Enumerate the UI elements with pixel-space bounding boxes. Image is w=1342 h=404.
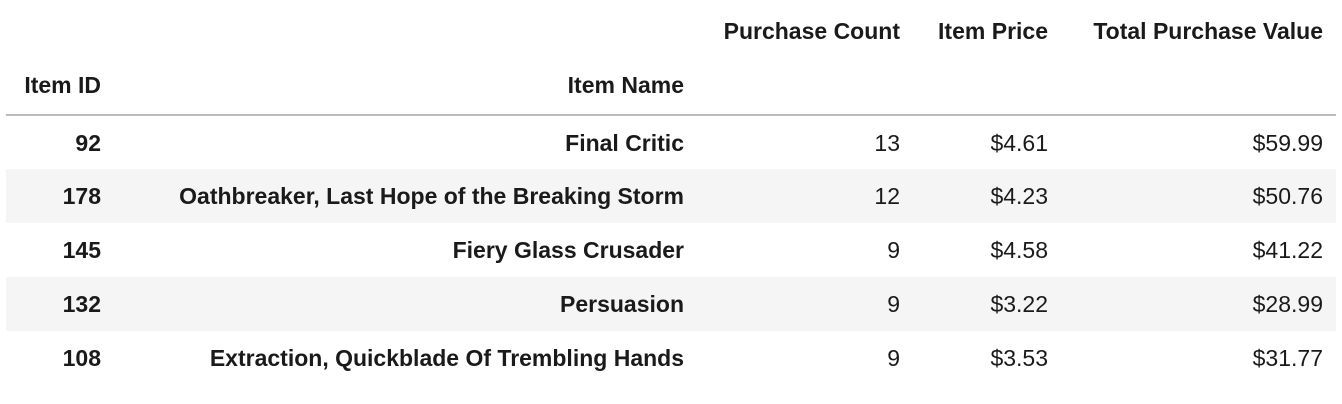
purchase-count-cell: 9 — [887, 236, 900, 263]
total-purchase-value-cell: $28.99 — [1252, 290, 1323, 317]
item-name-cell: Persuasion — [560, 290, 684, 317]
total-purchase-value-cell: $59.99 — [1252, 130, 1323, 156]
table-row: 108 Extraction, Quickblade Of Trembling … — [6, 331, 1336, 385]
table-row: 178 Oathbreaker, Last Hope of the Breaki… — [6, 169, 1336, 223]
header-total-purchase-value: Total Purchase Value — [1093, 17, 1323, 44]
header-item-name: Item Name — [114, 58, 697, 116]
item-id-cell: 145 — [62, 236, 101, 263]
item-name-cell: Fiery Glass Crusader — [452, 236, 684, 263]
item-price-cell: $4.58 — [990, 236, 1048, 263]
item-price-cell: $4.61 — [990, 130, 1048, 156]
total-purchase-value-cell: $50.76 — [1252, 182, 1323, 209]
dataframe-output: Purchase Count Item Price Total Purchase… — [6, 0, 1336, 385]
item-id-cell: 108 — [62, 344, 101, 371]
index-header-row: Item ID Item Name — [6, 58, 1336, 116]
item-price-cell: $3.22 — [990, 290, 1048, 317]
item-price-cell: $4.23 — [990, 182, 1048, 209]
purchase-count-cell: 9 — [887, 344, 900, 371]
column-header-row: Purchase Count Item Price Total Purchase… — [6, 0, 1336, 58]
header-blank-total — [1061, 58, 1336, 116]
header-purchase-count: Purchase Count — [723, 17, 900, 44]
item-id-cell: 132 — [62, 290, 101, 317]
item-name-cell: Final Critic — [565, 130, 684, 156]
header-blank-index — [6, 0, 114, 58]
item-id-cell: 92 — [75, 130, 101, 156]
table-body: 92 Final Critic 13 $4.61 $59.99 178 Oath… — [6, 115, 1336, 385]
table-row: 132 Persuasion 9 $3.22 $28.99 — [6, 277, 1336, 331]
table-header: Purchase Count Item Price Total Purchase… — [6, 0, 1336, 116]
header-item-price: Item Price — [938, 17, 1048, 44]
purchase-count-cell: 13 — [874, 130, 900, 156]
table-row: 92 Final Critic 13 $4.61 $59.99 — [6, 115, 1336, 169]
header-blank-count — [697, 58, 913, 116]
total-purchase-value-cell: $31.77 — [1252, 344, 1323, 371]
total-purchase-value-cell: $41.22 — [1252, 236, 1323, 263]
item-name-cell: Extraction, Quickblade Of Trembling Hand… — [209, 344, 684, 371]
header-item-id: Item ID — [6, 58, 114, 116]
dataframe-table: Purchase Count Item Price Total Purchase… — [6, 0, 1336, 385]
header-blank-name — [114, 0, 697, 58]
purchase-count-cell: 9 — [887, 290, 900, 317]
header-blank-price — [913, 58, 1061, 116]
purchase-count-cell: 12 — [874, 182, 900, 209]
item-name-cell: Oathbreaker, Last Hope of the Breaking S… — [179, 182, 684, 209]
table-row: 145 Fiery Glass Crusader 9 $4.58 $41.22 — [6, 223, 1336, 277]
item-id-cell: 178 — [62, 182, 101, 209]
item-price-cell: $3.53 — [990, 344, 1048, 371]
